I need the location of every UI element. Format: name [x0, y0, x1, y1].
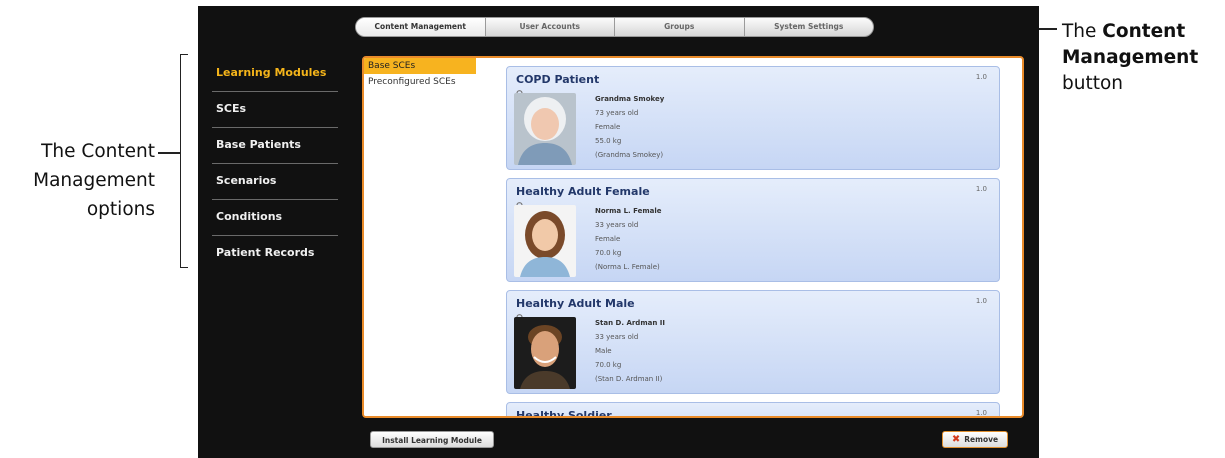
annotation-bold: Management — [1062, 47, 1199, 68]
content-panel: Base SCEs Preconfigured SCEs COPD Patien… — [362, 56, 1024, 418]
remove-x-icon: ✖ — [951, 434, 961, 445]
patient-age: 73 years old — [595, 109, 639, 117]
patient-alias: (Stan D. Ardman II) — [595, 375, 663, 383]
options-bracket-pointer — [158, 152, 180, 154]
patient-weight: 70.0 kg — [595, 361, 622, 369]
sce-subnav: Base SCEs Preconfigured SCEs — [364, 58, 476, 416]
card-version: 1.0 — [975, 73, 987, 81]
card-title: Healthy Adult Male — [516, 297, 635, 310]
patient-weight: 70.0 kg — [595, 249, 622, 257]
sidebar-item-base-patients[interactable]: Base Patients — [212, 128, 338, 164]
sidebar-item-scenarios[interactable]: Scenarios — [212, 164, 338, 200]
install-learning-module-button[interactable]: Install Learning Module — [370, 431, 494, 448]
tab-system-settings[interactable]: System Settings — [745, 18, 874, 36]
patient-sex: Female — [595, 123, 621, 131]
patient-alias: (Norma L. Female) — [595, 263, 660, 271]
subnav-item-preconfigured-sces[interactable]: Preconfigured SCEs — [364, 74, 476, 90]
patient-weight: 55.0 kg — [595, 137, 622, 145]
card-version: 1.0 — [975, 297, 987, 305]
patient-name: Stan D. Ardman II — [595, 319, 665, 327]
patient-photo — [514, 205, 576, 277]
patient-alias: (Grandma Smokey) — [595, 151, 664, 159]
subnav-item-base-sces[interactable]: Base SCEs — [364, 58, 476, 74]
sidebar-item-patient-records[interactable]: Patient Records — [212, 236, 338, 271]
annotation-line: options — [86, 199, 155, 220]
card-version: 1.0 — [975, 185, 987, 193]
patient-name: Norma L. Female — [595, 207, 662, 215]
sce-card[interactable]: Healthy Adult Male 1.0 Stan D. Ardman II… — [506, 290, 1000, 394]
sce-card[interactable]: Healthy Soldier 1.0 — [506, 402, 1000, 418]
tab-content-management[interactable]: Content Management — [356, 18, 486, 36]
patient-details: Grandma Smokey 73 years old Female 55.0 … — [595, 92, 664, 162]
tab-user-accounts[interactable]: User Accounts — [486, 18, 615, 36]
content-management-sidebar: Learning Modules SCEs Base Patients Scen… — [212, 56, 338, 271]
card-title: Healthy Soldier — [516, 409, 612, 418]
sce-card[interactable]: COPD Patient 1.0 Grandma Smokey 73 years… — [506, 66, 1000, 170]
annotation-line: Management — [33, 170, 155, 191]
patient-sex: Male — [595, 347, 612, 355]
sidebar-item-learning-modules[interactable]: Learning Modules — [212, 56, 338, 92]
content-management-button-annotation: The Content Management button — [1062, 19, 1222, 97]
card-title: Healthy Adult Female — [516, 185, 650, 198]
card-title: COPD Patient — [516, 73, 600, 86]
patient-photo — [514, 317, 576, 389]
top-tab-bar: Content Management User Accounts Groups … — [355, 17, 874, 37]
tab-groups[interactable]: Groups — [615, 18, 745, 36]
annotation-bold: Content — [1102, 21, 1186, 42]
patient-sex: Female — [595, 235, 621, 243]
options-bracket — [180, 54, 188, 268]
patient-name: Grandma Smokey — [595, 95, 665, 103]
patient-photo — [514, 93, 576, 165]
bottom-toolbar: Install Learning Module ✖ Remove — [364, 430, 1024, 452]
content-management-options-annotation: The Content Management options — [0, 137, 155, 224]
annotation-text: button — [1062, 73, 1124, 94]
patient-age: 33 years old — [595, 221, 639, 229]
sce-card-list: COPD Patient 1.0 Grandma Smokey 73 years… — [506, 66, 1000, 418]
annotation-line: The Content — [41, 141, 155, 162]
sidebar-item-conditions[interactable]: Conditions — [212, 200, 338, 236]
patient-details: Norma L. Female 33 years old Female 70.0… — [595, 204, 662, 274]
sidebar-item-sces[interactable]: SCEs — [212, 92, 338, 128]
annotation-text: The — [1062, 21, 1103, 42]
remove-button[interactable]: ✖ Remove — [942, 431, 1008, 448]
card-version: 1.0 — [975, 409, 987, 417]
patient-details: Stan D. Ardman II 33 years old Male 70.0… — [595, 316, 665, 386]
app-window: Content Management User Accounts Groups … — [198, 6, 1039, 458]
patient-age: 33 years old — [595, 333, 639, 341]
remove-button-label: Remove — [964, 435, 999, 444]
sce-card[interactable]: Healthy Adult Female 1.0 Norma L. Female… — [506, 178, 1000, 282]
